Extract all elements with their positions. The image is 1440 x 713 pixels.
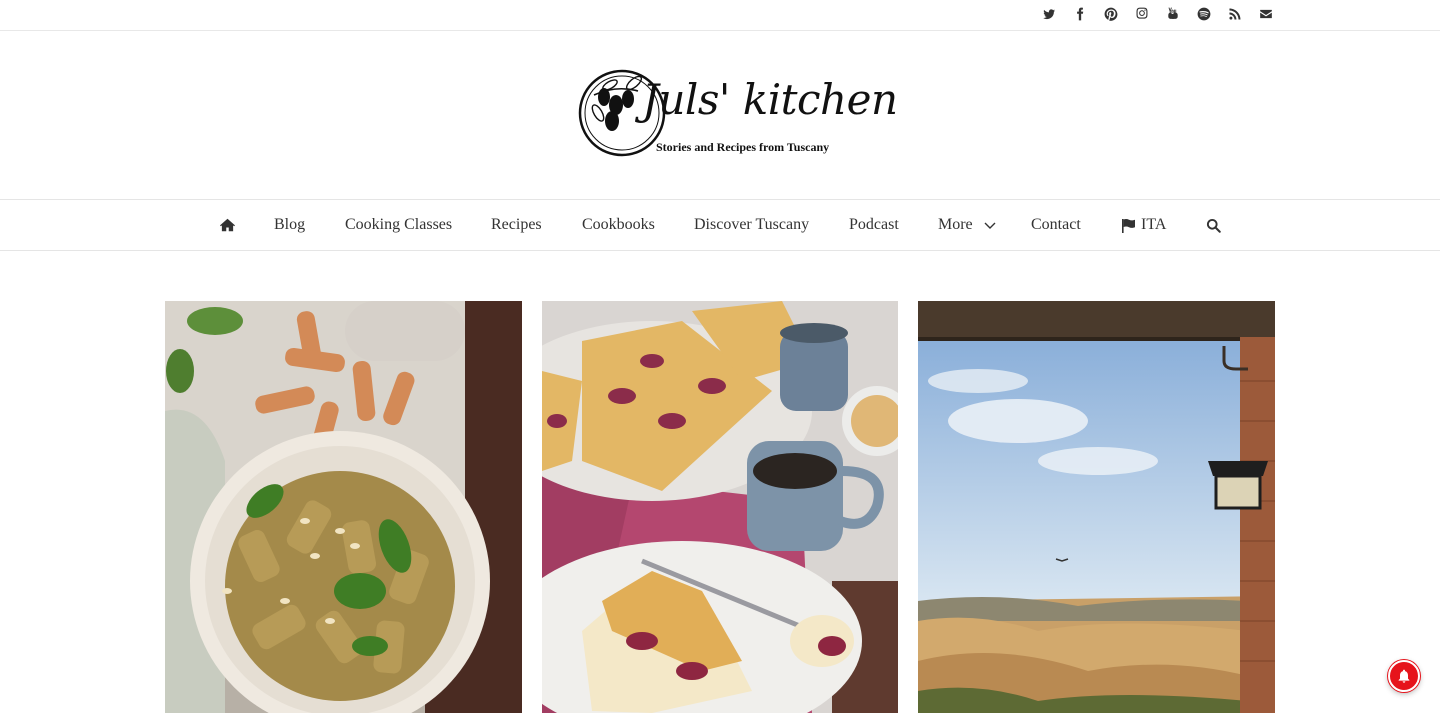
nav-language-ita[interactable]: ITA — [1121, 200, 1166, 250]
nav-more-label: More — [938, 216, 973, 233]
nav-search[interactable] — [1206, 200, 1221, 250]
home-icon — [220, 218, 235, 232]
site-logo[interactable]: Juls' kitchen Stories and Recipes from T… — [576, 65, 898, 165]
youtube-icon[interactable] — [1165, 6, 1181, 22]
nav-blog[interactable]: Blog — [274, 200, 305, 250]
chevron-down-icon — [984, 222, 996, 229]
flag-icon — [1122, 218, 1135, 233]
pesto-rigatoni-image — [165, 301, 522, 713]
plum-crumble-image — [542, 301, 898, 713]
bell-icon — [1398, 669, 1410, 683]
site-header: Juls' kitchen Stories and Recipes from T… — [0, 31, 1440, 199]
logo-tagline: Stories and Recipes from Tuscany — [656, 140, 830, 154]
rss-icon[interactable] — [1227, 6, 1243, 22]
main-nav: Blog Cooking Classes Recipes Cookbooks D… — [0, 199, 1440, 251]
featured-post-pesto-rigatoni[interactable] — [165, 301, 522, 713]
spotify-icon[interactable] — [1196, 6, 1212, 22]
nav-discover-tuscany[interactable]: Discover Tuscany — [694, 200, 809, 250]
nav-recipes[interactable]: Recipes — [491, 200, 542, 250]
nav-cooking-classes[interactable]: Cooking Classes — [345, 200, 452, 250]
logo-title: Juls' kitchen — [642, 75, 898, 124]
nav-podcast[interactable]: Podcast — [849, 200, 899, 250]
featured-post-tuscan-countryside[interactable] — [918, 301, 1275, 713]
nav-contact[interactable]: Contact — [1031, 200, 1081, 250]
featured-post-plum-crumble[interactable] — [542, 301, 898, 713]
nav-language-label: ITA — [1141, 216, 1167, 233]
social-links — [1041, 6, 1274, 22]
nav-home[interactable] — [220, 200, 235, 250]
tuscan-countryside-image — [918, 301, 1275, 713]
search-icon — [1206, 218, 1221, 233]
notification-bell-button[interactable] — [1388, 660, 1420, 692]
pinterest-icon[interactable] — [1103, 6, 1119, 22]
top-bar — [0, 0, 1440, 31]
instagram-icon[interactable] — [1134, 6, 1150, 22]
nav-more[interactable]: More — [938, 200, 997, 250]
email-icon[interactable] — [1258, 6, 1274, 22]
nav-cookbooks[interactable]: Cookbooks — [582, 200, 655, 250]
twitter-icon[interactable] — [1041, 6, 1057, 22]
facebook-icon[interactable] — [1072, 6, 1088, 22]
